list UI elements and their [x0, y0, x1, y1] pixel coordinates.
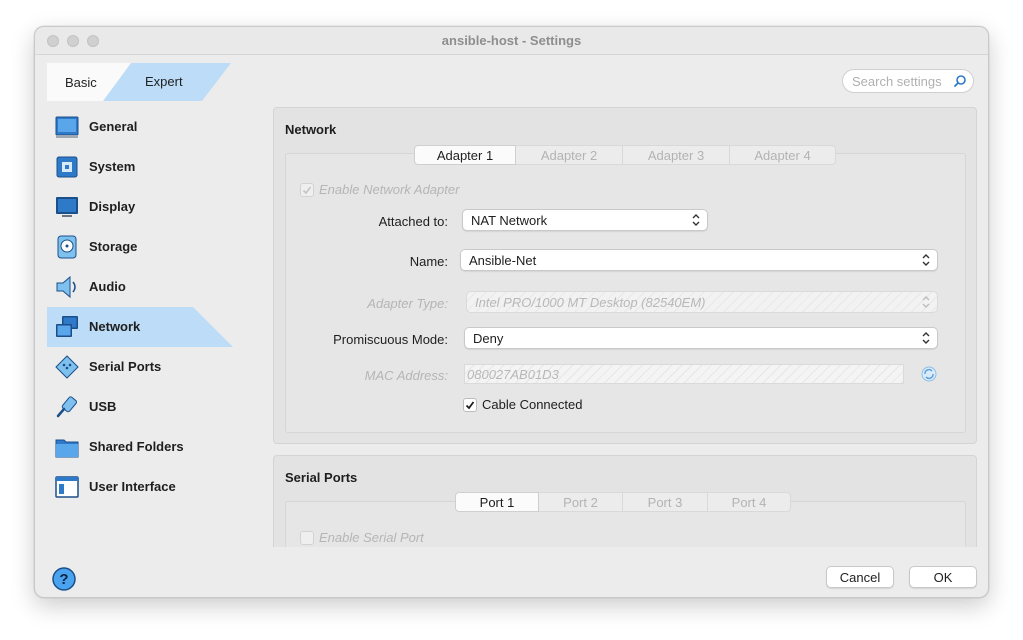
search-placeholder: Search settings: [852, 73, 942, 89]
adapter-type-value: Intel PRO/1000 MT Desktop (82540EM): [475, 294, 706, 310]
chevron-updown-icon: [922, 332, 930, 344]
serial-ports-clip: Serial Ports Port 1 Port 2 Port 3 Port 4…: [273, 455, 977, 547]
tab-adapter-1[interactable]: Adapter 1: [414, 145, 516, 165]
sidebar-item-network[interactable]: Network: [47, 307, 233, 347]
sidebar-item-label: Shared Folders: [89, 439, 184, 454]
network-name-value: Ansible-Net: [469, 252, 537, 268]
tab-port-2[interactable]: Port 2: [539, 492, 623, 512]
network-section: Network Adapter 1 Adapter 2 Adapter 3 Ad…: [273, 107, 977, 444]
system-icon: [56, 156, 78, 178]
enable-network-adapter-label: Enable Network Adapter: [319, 182, 460, 197]
sidebar-item-user-interface[interactable]: User Interface: [47, 467, 233, 507]
tab-port-4[interactable]: Port 4: [708, 492, 791, 512]
enable-network-adapter-checkbox[interactable]: Enable Network Adapter: [300, 182, 459, 197]
network-section-title: Network: [285, 122, 337, 137]
sidebar-item-general[interactable]: General: [47, 107, 233, 147]
audio-icon: [56, 275, 76, 299]
sidebar-item-audio[interactable]: Audio: [47, 267, 233, 307]
tab-adapter-4[interactable]: Adapter 4: [730, 145, 836, 165]
sidebar-item-label: Display: [89, 199, 136, 214]
sidebar-item-storage[interactable]: Storage: [47, 227, 233, 267]
attached-to-label: Attached to:: [378, 214, 448, 229]
chevron-updown-icon: [922, 296, 930, 308]
search-input[interactable]: Search settings: [842, 69, 974, 93]
window-title: ansible-host - Settings: [441, 33, 582, 48]
serial-ports-icon: [55, 355, 79, 379]
sidebar-item-label: General: [89, 119, 138, 134]
checkmark-icon: [302, 186, 312, 194]
title-bar: ansible-host - Settings: [35, 27, 988, 55]
enable-serial-port-checkbox[interactable]: Enable Serial Port: [300, 530, 424, 545]
mode-switch: Basic Expert: [47, 63, 231, 101]
shared-folders-icon: [55, 439, 79, 458]
promiscuous-mode-select[interactable]: Deny: [464, 327, 938, 349]
network-icon: [56, 316, 78, 337]
cable-connected-checkbox[interactable]: Cable Connected: [463, 397, 582, 412]
sidebar-item-label: Serial Ports: [89, 359, 162, 374]
promiscuous-mode-label: Promiscuous Mode:: [333, 332, 448, 347]
mode-expert-tab[interactable]: Expert: [145, 74, 183, 89]
sidebar-item-label: User Interface: [89, 479, 176, 494]
sidebar-item-label: Storage: [89, 239, 138, 254]
network-name-select[interactable]: Ansible-Net: [460, 249, 938, 271]
mac-address-label: MAC Address:: [364, 368, 448, 383]
enable-network-adapter-box: [300, 182, 314, 197]
promiscuous-mode-value: Deny: [473, 330, 504, 346]
tab-port-3[interactable]: Port 3: [623, 492, 708, 512]
cable-connected-label: Cable Connected: [482, 397, 583, 412]
ok-button[interactable]: OK: [909, 566, 977, 588]
enable-serial-port-box: [300, 530, 314, 545]
refresh-mac-icon[interactable]: [920, 365, 938, 383]
mac-address-value: 080027AB01D3: [467, 366, 559, 382]
checkmark-icon: [465, 400, 475, 409]
sidebar-item-system[interactable]: System: [47, 147, 233, 187]
svg-text:?: ?: [59, 571, 68, 588]
port-tabs: Port 1 Port 2 Port 3 Port 4: [455, 492, 791, 512]
sidebar-item-shared-folders[interactable]: Shared Folders: [47, 427, 233, 467]
sidebar-item-label: USB: [89, 399, 117, 414]
user-interface-icon: [55, 476, 79, 498]
search-icon: [954, 75, 966, 87]
usb-icon: [56, 396, 78, 418]
attached-to-value: NAT Network: [471, 212, 548, 228]
mac-address-field[interactable]: 080027AB01D3: [464, 364, 904, 384]
chevron-updown-icon: [922, 254, 930, 266]
help-icon[interactable]: ?: [52, 567, 76, 591]
serial-ports-section: Serial Ports Port 1 Port 2 Port 3 Port 4…: [273, 455, 977, 547]
enable-serial-port-label: Enable Serial Port: [319, 530, 424, 545]
sidebar-item-label: Network: [89, 319, 141, 334]
general-icon: [55, 116, 79, 138]
tab-adapter-2[interactable]: Adapter 2: [516, 145, 623, 165]
sidebar-item-label: System: [89, 159, 136, 174]
cable-connected-box: [463, 397, 477, 412]
storage-icon: [57, 235, 77, 259]
sidebar-item-usb[interactable]: USB: [47, 387, 233, 427]
adapter-type-label: Adapter Type:: [367, 296, 448, 311]
serial-ports-section-title: Serial Ports: [285, 470, 358, 485]
display-icon: [56, 197, 78, 217]
tab-adapter-3[interactable]: Adapter 3: [623, 145, 730, 165]
cancel-button[interactable]: Cancel: [826, 566, 894, 588]
name-label: Name:: [409, 254, 448, 269]
mode-basic-label: Basic: [65, 74, 97, 90]
adapter-type-select[interactable]: Intel PRO/1000 MT Desktop (82540EM): [466, 291, 938, 313]
attached-to-select[interactable]: NAT Network: [462, 209, 708, 231]
sidebar-item-label: Audio: [89, 279, 126, 294]
sidebar-item-display[interactable]: Display: [47, 187, 233, 227]
settings-window: ansible-host - Settings Basic Expert Sea…: [34, 26, 989, 598]
sidebar-item-serial-ports[interactable]: Serial Ports: [47, 347, 233, 387]
tab-port-1[interactable]: Port 1: [455, 492, 539, 512]
adapter-tabs: Adapter 1 Adapter 2 Adapter 3 Adapter 4: [414, 145, 836, 165]
chevron-updown-icon: [692, 214, 700, 226]
